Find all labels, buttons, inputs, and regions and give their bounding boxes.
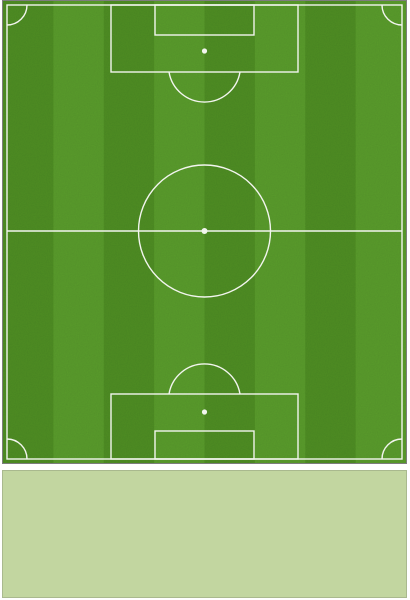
grass-stripe bbox=[305, 1, 357, 463]
football-pitch[interactable] bbox=[3, 1, 406, 463]
football-pitch-container[interactable] bbox=[2, 0, 407, 464]
info-panel bbox=[2, 470, 407, 598]
top-penalty-spot bbox=[201, 48, 208, 54]
app-frame bbox=[0, 0, 410, 600]
grass-stripe bbox=[355, 1, 406, 463]
center-spot bbox=[201, 228, 208, 234]
grass-stripe bbox=[53, 1, 105, 463]
grass-stripe bbox=[3, 1, 54, 463]
bottom-penalty-spot bbox=[201, 409, 208, 415]
